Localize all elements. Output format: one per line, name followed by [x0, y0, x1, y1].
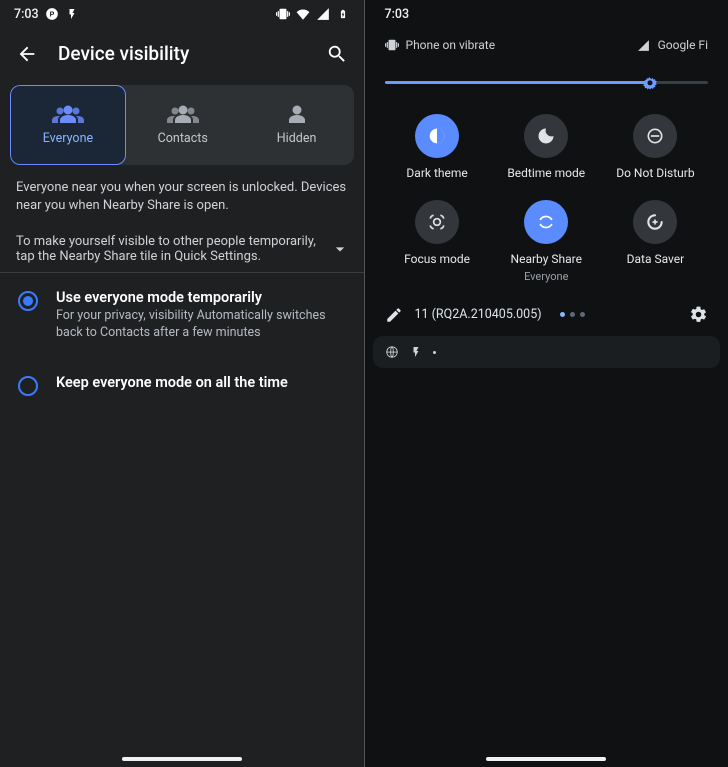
tile-nearby-label: Nearby Share — [511, 252, 582, 266]
tile-bedtime[interactable]: Bedtime mode — [494, 114, 599, 180]
data-saver-icon — [633, 200, 677, 244]
settings-button[interactable] — [689, 305, 708, 324]
back-button[interactable] — [16, 43, 38, 65]
carrier-label: Google Fi — [658, 38, 708, 52]
globe-icon — [385, 345, 399, 359]
tile-dnd[interactable]: Do Not Disturb — [603, 114, 708, 180]
option-temporary-title: Use everyone mode temporarily — [56, 289, 346, 306]
option-temporary-sub: For your privacy, visibility Automatical… — [56, 308, 346, 342]
app-bar: Device visibility — [0, 28, 364, 75]
battery-icon — [336, 7, 350, 21]
tile-dark-label: Dark theme — [406, 166, 467, 180]
status-time: 7:03 — [14, 7, 39, 22]
tile-dnd-label: Do Not Disturb — [616, 166, 694, 180]
tile-data-saver[interactable]: Data Saver — [603, 200, 708, 283]
chevron-down-icon — [330, 239, 350, 259]
nav-pill[interactable] — [486, 757, 606, 761]
brightness-thumb-icon — [640, 72, 660, 92]
signal-icon — [316, 7, 330, 21]
description-1: Everyone near you when your screen is un… — [16, 179, 348, 214]
tab-everyone-label: Everyone — [43, 131, 93, 146]
status-bar-left: 7:03 P — [0, 0, 364, 28]
tile-nearby-share[interactable]: Nearby Share Everyone — [494, 200, 599, 283]
person-icon — [280, 104, 314, 126]
bolt-icon — [409, 345, 423, 359]
people-icon — [51, 104, 85, 126]
shade-sub-bar: Phone on vibrate Google Fi — [385, 34, 709, 66]
option-temporary[interactable]: Use everyone mode temporarily For your p… — [0, 273, 364, 358]
option-always-title: Keep everyone mode on all the time — [56, 374, 346, 391]
settings-screen: 7:03 P Device visibi — [0, 0, 365, 767]
page-title: Device visibility — [58, 42, 306, 65]
qs-tile-grid: Dark theme Bedtime mode Do Not Disturb F… — [385, 110, 709, 295]
vibrate-icon — [385, 38, 399, 52]
notification-strip[interactable] — [373, 336, 721, 368]
tile-dark-theme[interactable]: Dark theme — [385, 114, 490, 180]
bedtime-icon — [524, 114, 568, 158]
build-label: 11 (RQ2A.210405.005) — [415, 307, 542, 322]
svg-text:P: P — [49, 11, 54, 18]
status-p-icon: P — [45, 7, 59, 21]
tab-hidden-label: Hidden — [277, 131, 317, 146]
status-bar-right: 7:03 — [365, 0, 728, 28]
dnd-icon — [633, 114, 677, 158]
people-icon — [166, 104, 200, 126]
tile-bedtime-label: Bedtime mode — [507, 166, 585, 180]
nearby-share-icon — [524, 200, 568, 244]
nav-pill[interactable] — [122, 757, 242, 761]
brightness-slider[interactable] — [385, 68, 709, 96]
focus-icon — [415, 200, 459, 244]
vibrate-label: Phone on vibrate — [406, 38, 496, 52]
search-button[interactable] — [326, 43, 348, 65]
quick-settings-screen: 7:03 Phone on vibrate Google Fi — [365, 0, 728, 767]
signal-icon — [637, 38, 651, 52]
radio-unselected-icon — [18, 376, 38, 396]
tile-focus[interactable]: Focus mode — [385, 200, 490, 283]
qs-footer: 11 (RQ2A.210405.005) — [385, 295, 709, 336]
tile-nearby-sub: Everyone — [524, 270, 568, 283]
page-dots — [560, 312, 585, 317]
description-2: To make yourself visible to other people… — [16, 234, 330, 264]
tile-focus-label: Focus mode — [404, 252, 470, 266]
option-always[interactable]: Keep everyone mode on all the time — [0, 358, 364, 412]
dark-theme-icon — [415, 114, 459, 158]
notif-dot — [433, 351, 436, 354]
edit-button[interactable] — [385, 306, 403, 324]
expand-row[interactable]: To make yourself visible to other people… — [0, 234, 364, 272]
tab-contacts[interactable]: Contacts — [126, 85, 240, 165]
tile-datasaver-label: Data Saver — [627, 252, 685, 266]
bolt-icon — [65, 7, 79, 21]
visibility-tabs: Everyone Contacts Hidden — [10, 85, 354, 165]
tab-everyone[interactable]: Everyone — [10, 85, 126, 165]
wifi-icon — [296, 7, 310, 21]
status-time: 7:03 — [385, 7, 410, 22]
tab-hidden[interactable]: Hidden — [240, 85, 354, 165]
radio-selected-icon — [18, 291, 38, 311]
vibrate-icon — [276, 7, 290, 21]
tab-contacts-label: Contacts — [158, 131, 208, 146]
